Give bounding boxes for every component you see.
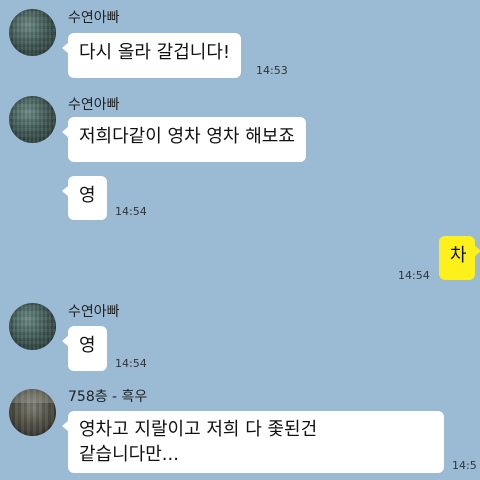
avatar[interactable]: [9, 389, 56, 436]
message-time: 14:54: [398, 269, 430, 282]
avatar[interactable]: [9, 96, 56, 143]
avatar[interactable]: [9, 9, 56, 56]
my-message-bubble[interactable]: 차: [439, 236, 480, 280]
message-line: 같습니다만...: [79, 444, 179, 465]
sender-name: 수연아빠: [68, 10, 120, 26]
message-bubble[interactable]: 영차고 지랄이고 저희 다 좇된건 같습니다만...: [62, 411, 444, 473]
message-time: 14:5: [452, 459, 477, 472]
sender-name: 758층 - 흑우: [68, 389, 148, 405]
message-bubble[interactable]: 영: [62, 326, 107, 371]
message-bubble[interactable]: 영: [62, 176, 107, 220]
message-time: 14:53: [256, 64, 288, 77]
sender-name: 수연아빠: [68, 97, 120, 113]
message-time: 14:54: [115, 357, 147, 370]
sender-name: 수연아빠: [68, 304, 120, 320]
message-line: 영차고 지랄이고 저희 다 좇된건: [79, 419, 318, 440]
avatar[interactable]: [9, 303, 56, 350]
message-bubble[interactable]: 다시 올라 갈겁니다!: [61, 33, 242, 78]
message-time: 14:54: [115, 205, 147, 218]
message-bubble[interactable]: 저희다같이 영차 영차 해보죠: [62, 117, 306, 162]
